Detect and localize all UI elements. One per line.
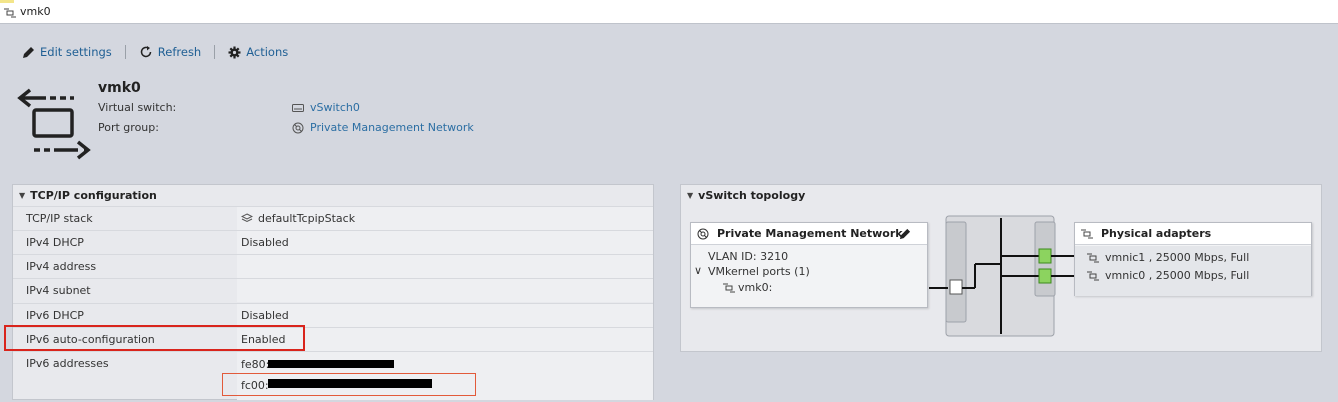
window-title: vmk0 [20, 5, 51, 18]
table-row: IPv6 DHCP Disabled [13, 303, 653, 327]
pencil-icon [23, 46, 34, 58]
refresh-icon [140, 46, 152, 58]
refresh-label: Refresh [157, 45, 202, 59]
actions-menu-button[interactable]: Actions [228, 45, 288, 59]
row-label: TCP/IP stack [26, 212, 93, 225]
switch-icon [292, 103, 304, 112]
vmkernel-adapter-large-icon [17, 88, 91, 160]
row-value-cell: defaultTcpipStack [237, 207, 653, 230]
refresh-button[interactable]: Refresh [139, 45, 201, 59]
virtual-switch-value: vSwitch0 [310, 101, 360, 114]
gear-icon [228, 46, 241, 58]
tcpip-stack-value: defaultTcpipStack [258, 212, 356, 225]
adapter-vmnic0[interactable]: vmnic0 , 25000 Mbps, Full [1105, 269, 1249, 282]
vswitch-topology-title: vSwitch topology [698, 188, 806, 202]
vmkernel-adapter-icon [4, 8, 16, 18]
vswitch-topology-header[interactable]: ▼ vSwitch topology [681, 185, 1321, 205]
row-value-cell [237, 279, 653, 302]
table-row: TCP/IP stack defaultTcpipStack [13, 206, 653, 230]
port-group-card-header: Private Management Network [691, 223, 927, 245]
stack-layers-icon [241, 213, 253, 223]
physical-nic-icon [1087, 271, 1099, 281]
port-group-label: Port group: [98, 121, 159, 134]
port-group-value: Private Management Network [310, 121, 474, 134]
row-value-cell: Disabled [237, 304, 653, 327]
toolbar-divider [124, 45, 126, 59]
toolbar-divider [214, 45, 216, 59]
vswitch-diagram [929, 215, 1076, 337]
port-group-icon [292, 122, 304, 133]
vmk-port-label: vmk0: [738, 281, 773, 294]
row-value-cell: Disabled [237, 231, 653, 254]
table-row: IPv4 subnet [13, 278, 653, 302]
table-row: IPv4 DHCP Disabled [13, 230, 653, 254]
tcpip-config-title: TCP/IP configuration [30, 188, 157, 202]
actions-label: Actions [246, 45, 289, 59]
row-label: IPv4 address [26, 260, 97, 273]
tcpip-config-header[interactable]: ▼ TCP/IP configuration [13, 185, 653, 205]
tcpip-stack-link[interactable]: defaultTcpipStack [241, 212, 355, 225]
port-group-link[interactable]: Private Management Network [292, 121, 474, 134]
physical-adapters-card: Physical adapters vmnic1 , 25000 Mbps, F… [1074, 222, 1312, 296]
port-group-icon [697, 228, 709, 239]
row-value: Disabled [241, 309, 289, 322]
adapter-title: vmk0 [98, 80, 141, 96]
physical-adapters-title: Physical adapters [1101, 227, 1212, 240]
ipv6-address-1: fe80: [241, 358, 270, 371]
edit-settings-button[interactable]: Edit settings [22, 45, 112, 59]
port-group-card-title: Private Management Network [717, 227, 903, 240]
titlebar-accent [0, 0, 14, 3]
adapters-list: vmnic1 , 25000 Mbps, Full vmnic0 , 25000… [1075, 246, 1311, 296]
pencil-icon[interactable] [899, 228, 911, 240]
collapse-caret-icon: ▼ [19, 190, 26, 200]
virtual-switch-label: Virtual switch: [98, 101, 177, 114]
collapse-caret-icon: ▼ [687, 190, 694, 200]
window-titlebar: vmk0 [0, 0, 1338, 24]
vlan-id: VLAN ID: 3210 [708, 250, 789, 263]
row-label: IPv4 DHCP [26, 236, 84, 249]
adapter-vmnic1[interactable]: vmnic1 , 25000 Mbps, Full [1105, 251, 1249, 264]
port-group-card[interactable]: Private Management Network VLAN ID: 3210… [690, 222, 928, 308]
toolbar: Edit settings Refresh Actions [22, 44, 288, 60]
row-label: IPv6 DHCP [26, 309, 84, 322]
edit-settings-label: Edit settings [40, 45, 112, 59]
row-value: Disabled [241, 236, 289, 249]
physical-adapters-header: Physical adapters [1075, 223, 1311, 245]
row-value-cell [237, 255, 653, 278]
row-label: IPv6 addresses [26, 357, 109, 370]
highlight-box [222, 373, 476, 396]
redaction-bar [268, 360, 394, 368]
expand-chevron-icon[interactable]: ∨ [694, 264, 702, 277]
highlight-box [4, 325, 305, 351]
row-label: IPv4 subnet [26, 284, 91, 297]
physical-nic-icon [1087, 253, 1099, 263]
vmkernel-ports-label: VMkernel ports (1) [708, 265, 810, 278]
vmkernel-adapter-icon [723, 283, 735, 293]
virtual-switch-link[interactable]: vSwitch0 [292, 101, 360, 114]
table-row: IPv4 address [13, 254, 653, 278]
physical-nic-icon [1081, 229, 1093, 238]
